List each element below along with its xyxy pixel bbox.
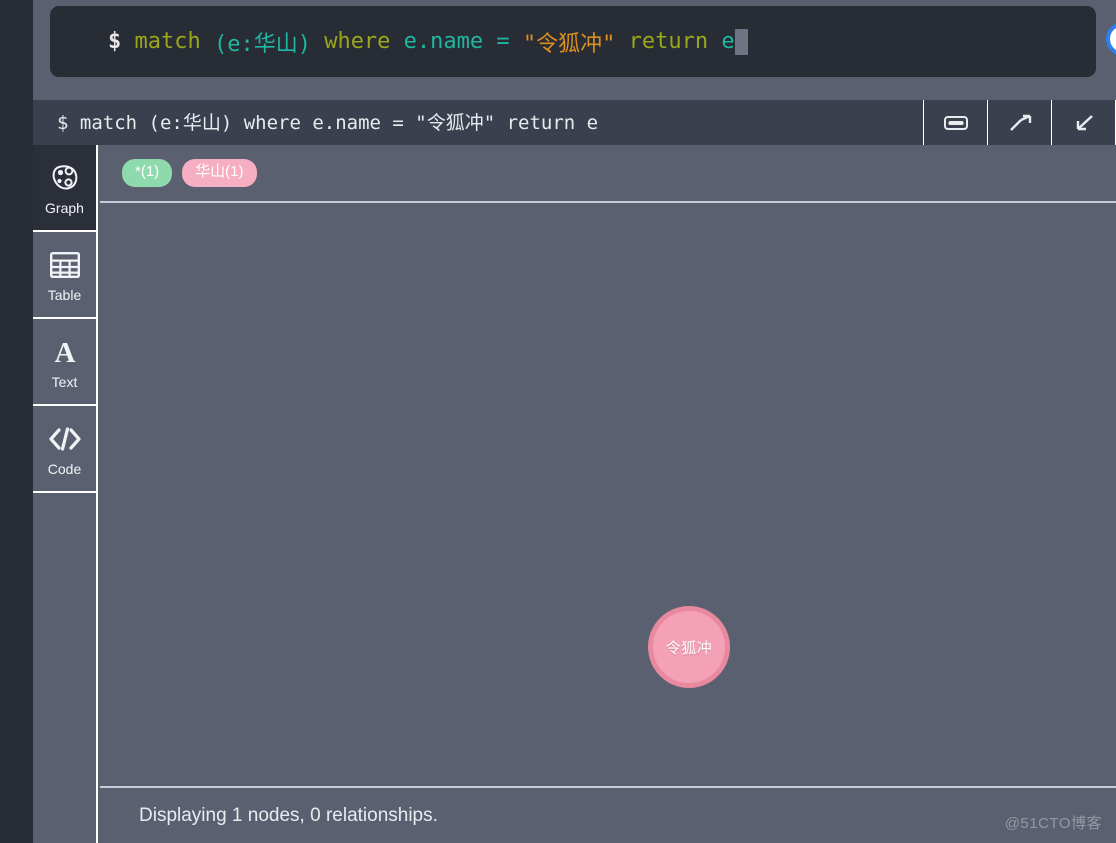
toolbar-query-echo: $ match (e:华山) where e.name = "令狐冲" retu… [57, 112, 599, 134]
table-icon [49, 246, 80, 284]
card-view-button[interactable] [924, 100, 987, 145]
legend-chip-bar: *(1) 华山(1) [100, 145, 1116, 201]
sidebar-filler [33, 493, 96, 752]
command-text: $ match (e:华山) where e.name = "令狐冲" retu… [108, 26, 748, 58]
command-prompt-token: $ [108, 29, 122, 54]
command-token-predicate: e.name = [403, 29, 523, 54]
sidebar-item-graph-label: Graph [45, 200, 84, 216]
arrow-expand-icon [1007, 113, 1033, 133]
sidebar-item-code[interactable]: Code [33, 406, 96, 493]
sidebar-item-text[interactable]: A Text [33, 319, 96, 406]
legend-chip-label[interactable]: 华山(1) [182, 159, 257, 187]
sidebar-item-code-label: Code [47, 461, 82, 477]
svg-text:A: A [54, 337, 75, 367]
expand-button[interactable] [988, 100, 1051, 145]
command-token-match: match [121, 29, 214, 54]
sidebar-item-text-label: Text [51, 374, 78, 390]
text-cursor [734, 28, 748, 55]
arrow-collapse-icon [1072, 113, 1096, 133]
result-view-sidebar: Graph Table A Text Code [33, 145, 98, 843]
command-token-where: where [310, 29, 404, 54]
watermark: @51CTO博客 [1004, 815, 1102, 832]
graph-node[interactable]: 令狐冲 [648, 606, 730, 688]
command-token-pattern: (e:华山) [213, 31, 311, 57]
graph-icon [50, 159, 80, 197]
card-icon [943, 115, 968, 130]
sidebar-item-table[interactable]: Table [33, 232, 96, 319]
status-text: Displaying 1 nodes, 0 relationships. [139, 804, 438, 826]
graph-node-label: 令狐冲 [665, 639, 713, 657]
sidebar-item-table-label: Table [47, 287, 82, 303]
graph-canvas[interactable]: 令狐冲 [100, 203, 1116, 786]
text-icon: A [50, 333, 80, 371]
command-overlay-card[interactable]: $ match (e:华山) where e.name = "令狐冲" retu… [50, 6, 1096, 77]
command-token-string: "令狐冲" [522, 31, 616, 57]
collapse-button[interactable] [1052, 100, 1115, 145]
command-token-return: return [615, 29, 722, 54]
legend-chip-all[interactable]: *(1) [122, 159, 173, 187]
result-toolbar: $ match (e:华山) where e.name = "令狐冲" retu… [33, 100, 1116, 145]
sidebar-item-graph[interactable]: Graph [33, 145, 96, 232]
result-frame-window: $ match (e:华山) where e.name = "令狐冲" retu… [0, 0, 1116, 843]
command-token-alias: e [721, 29, 735, 54]
graph-result-pane: *(1) 华山(1) 令狐冲 Displaying 1 nodes, 0 rel… [100, 145, 1116, 843]
code-icon [48, 420, 82, 458]
graph-status-bar: Displaying 1 nodes, 0 relationships. [100, 788, 1116, 843]
